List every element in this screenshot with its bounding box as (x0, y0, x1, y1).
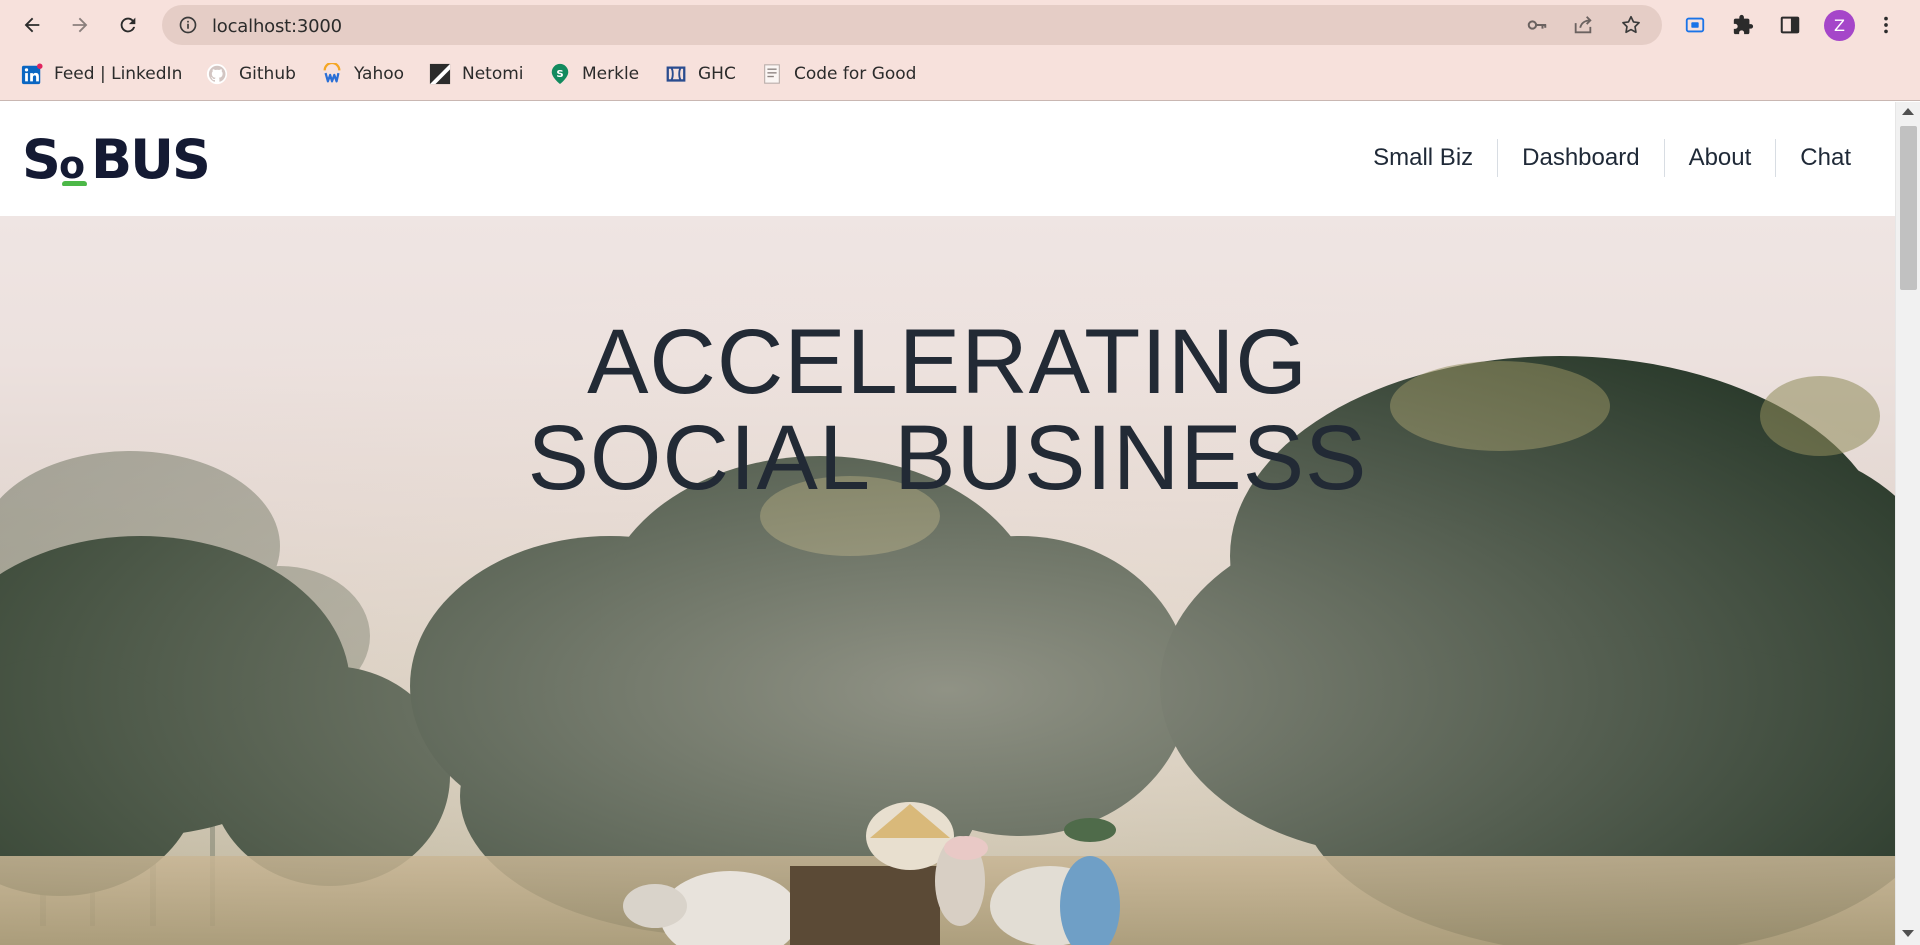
bookmark-github[interactable]: Github (205, 59, 296, 89)
hero-title-line2: SOCIAL BUSINESS (527, 407, 1368, 509)
logo-letters-bus: BUS (91, 130, 209, 186)
bookmark-label: Feed | LinkedIn (54, 64, 183, 84)
bookmark-ghc[interactable]: GHC (664, 59, 736, 89)
hero-title: ACCELERATING SOCIAL BUSINESS (0, 314, 1895, 506)
key-icon[interactable] (1526, 14, 1548, 36)
scroll-thumb[interactable] (1900, 126, 1917, 290)
side-panel-icon[interactable] (1772, 7, 1808, 43)
forward-arrow-icon[interactable] (62, 7, 98, 43)
kebab-menu-icon[interactable] (1868, 7, 1904, 43)
bookmark-label: Code for Good (794, 64, 917, 84)
nav-small-biz[interactable]: Small Biz (1349, 139, 1497, 177)
linkedin-icon (20, 62, 44, 86)
scroll-down-arrow-icon[interactable] (1902, 930, 1914, 937)
info-icon[interactable] (178, 15, 198, 35)
bookmark-label: Github (239, 64, 296, 84)
bookmarks-bar: Feed | LinkedIn Github Yahoo Netomi S Me… (0, 53, 1920, 93)
hero-section: ACCELERATING SOCIAL BUSINESS (0, 216, 1895, 945)
bookmark-label: GHC (698, 64, 736, 84)
nav-about[interactable]: About (1663, 139, 1776, 177)
ghc-icon (664, 62, 688, 86)
bookmark-yahoo[interactable]: Yahoo (320, 59, 404, 89)
share-icon[interactable] (1572, 14, 1594, 36)
bookmark-code-for-good[interactable]: Code for Good (760, 59, 916, 89)
svg-text:S: S (556, 69, 563, 80)
logo-letter-o: o (59, 143, 85, 186)
merkle-icon: S (548, 62, 572, 86)
yahoo-icon (320, 62, 344, 86)
bookmark-linkedin[interactable]: Feed | LinkedIn (20, 59, 182, 89)
main-nav: Small Biz Dashboard About Chat (1349, 139, 1875, 177)
puzzle-icon[interactable] (1725, 7, 1761, 43)
scroll-up-arrow-icon[interactable] (1902, 108, 1914, 115)
bookmark-label: Netomi (462, 64, 524, 84)
bookmark-label: Merkle (582, 64, 640, 84)
bookmark-merkle[interactable]: S Merkle (548, 59, 639, 89)
netomi-icon (428, 62, 452, 86)
bookmark-netomi[interactable]: Netomi (428, 59, 524, 89)
back-arrow-icon[interactable] (14, 7, 50, 43)
sobus-logo[interactable]: S o BUS (22, 128, 216, 191)
nav-chat[interactable]: Chat (1775, 139, 1875, 177)
bookmark-label: Yahoo (354, 64, 405, 84)
url-text[interactable]: localhost:3000 (212, 16, 342, 37)
browser-toolbar: localhost:3000 Z (0, 0, 1920, 50)
github-icon (205, 62, 229, 86)
logo-accent-bar (62, 181, 87, 187)
profile-avatar[interactable]: Z (1824, 10, 1855, 41)
screencast-icon[interactable] (1677, 7, 1713, 43)
nav-dashboard[interactable]: Dashboard (1497, 139, 1663, 177)
browser-chrome: localhost:3000 Z Feed | LinkedIn Github … (0, 0, 1920, 101)
page-icon (760, 62, 784, 86)
page-viewport: S o BUS Small Biz Dashboard About Chat A… (0, 102, 1895, 945)
star-icon[interactable] (1620, 14, 1642, 36)
hero-title-line1: ACCELERATING (587, 311, 1308, 413)
address-bar[interactable]: localhost:3000 (162, 5, 1662, 45)
reload-icon[interactable] (110, 7, 146, 43)
site-header: S o BUS Small Biz Dashboard About Chat (0, 102, 1895, 216)
logo-letter-s: S (22, 130, 59, 186)
page-scrollbar[interactable] (1895, 102, 1920, 945)
